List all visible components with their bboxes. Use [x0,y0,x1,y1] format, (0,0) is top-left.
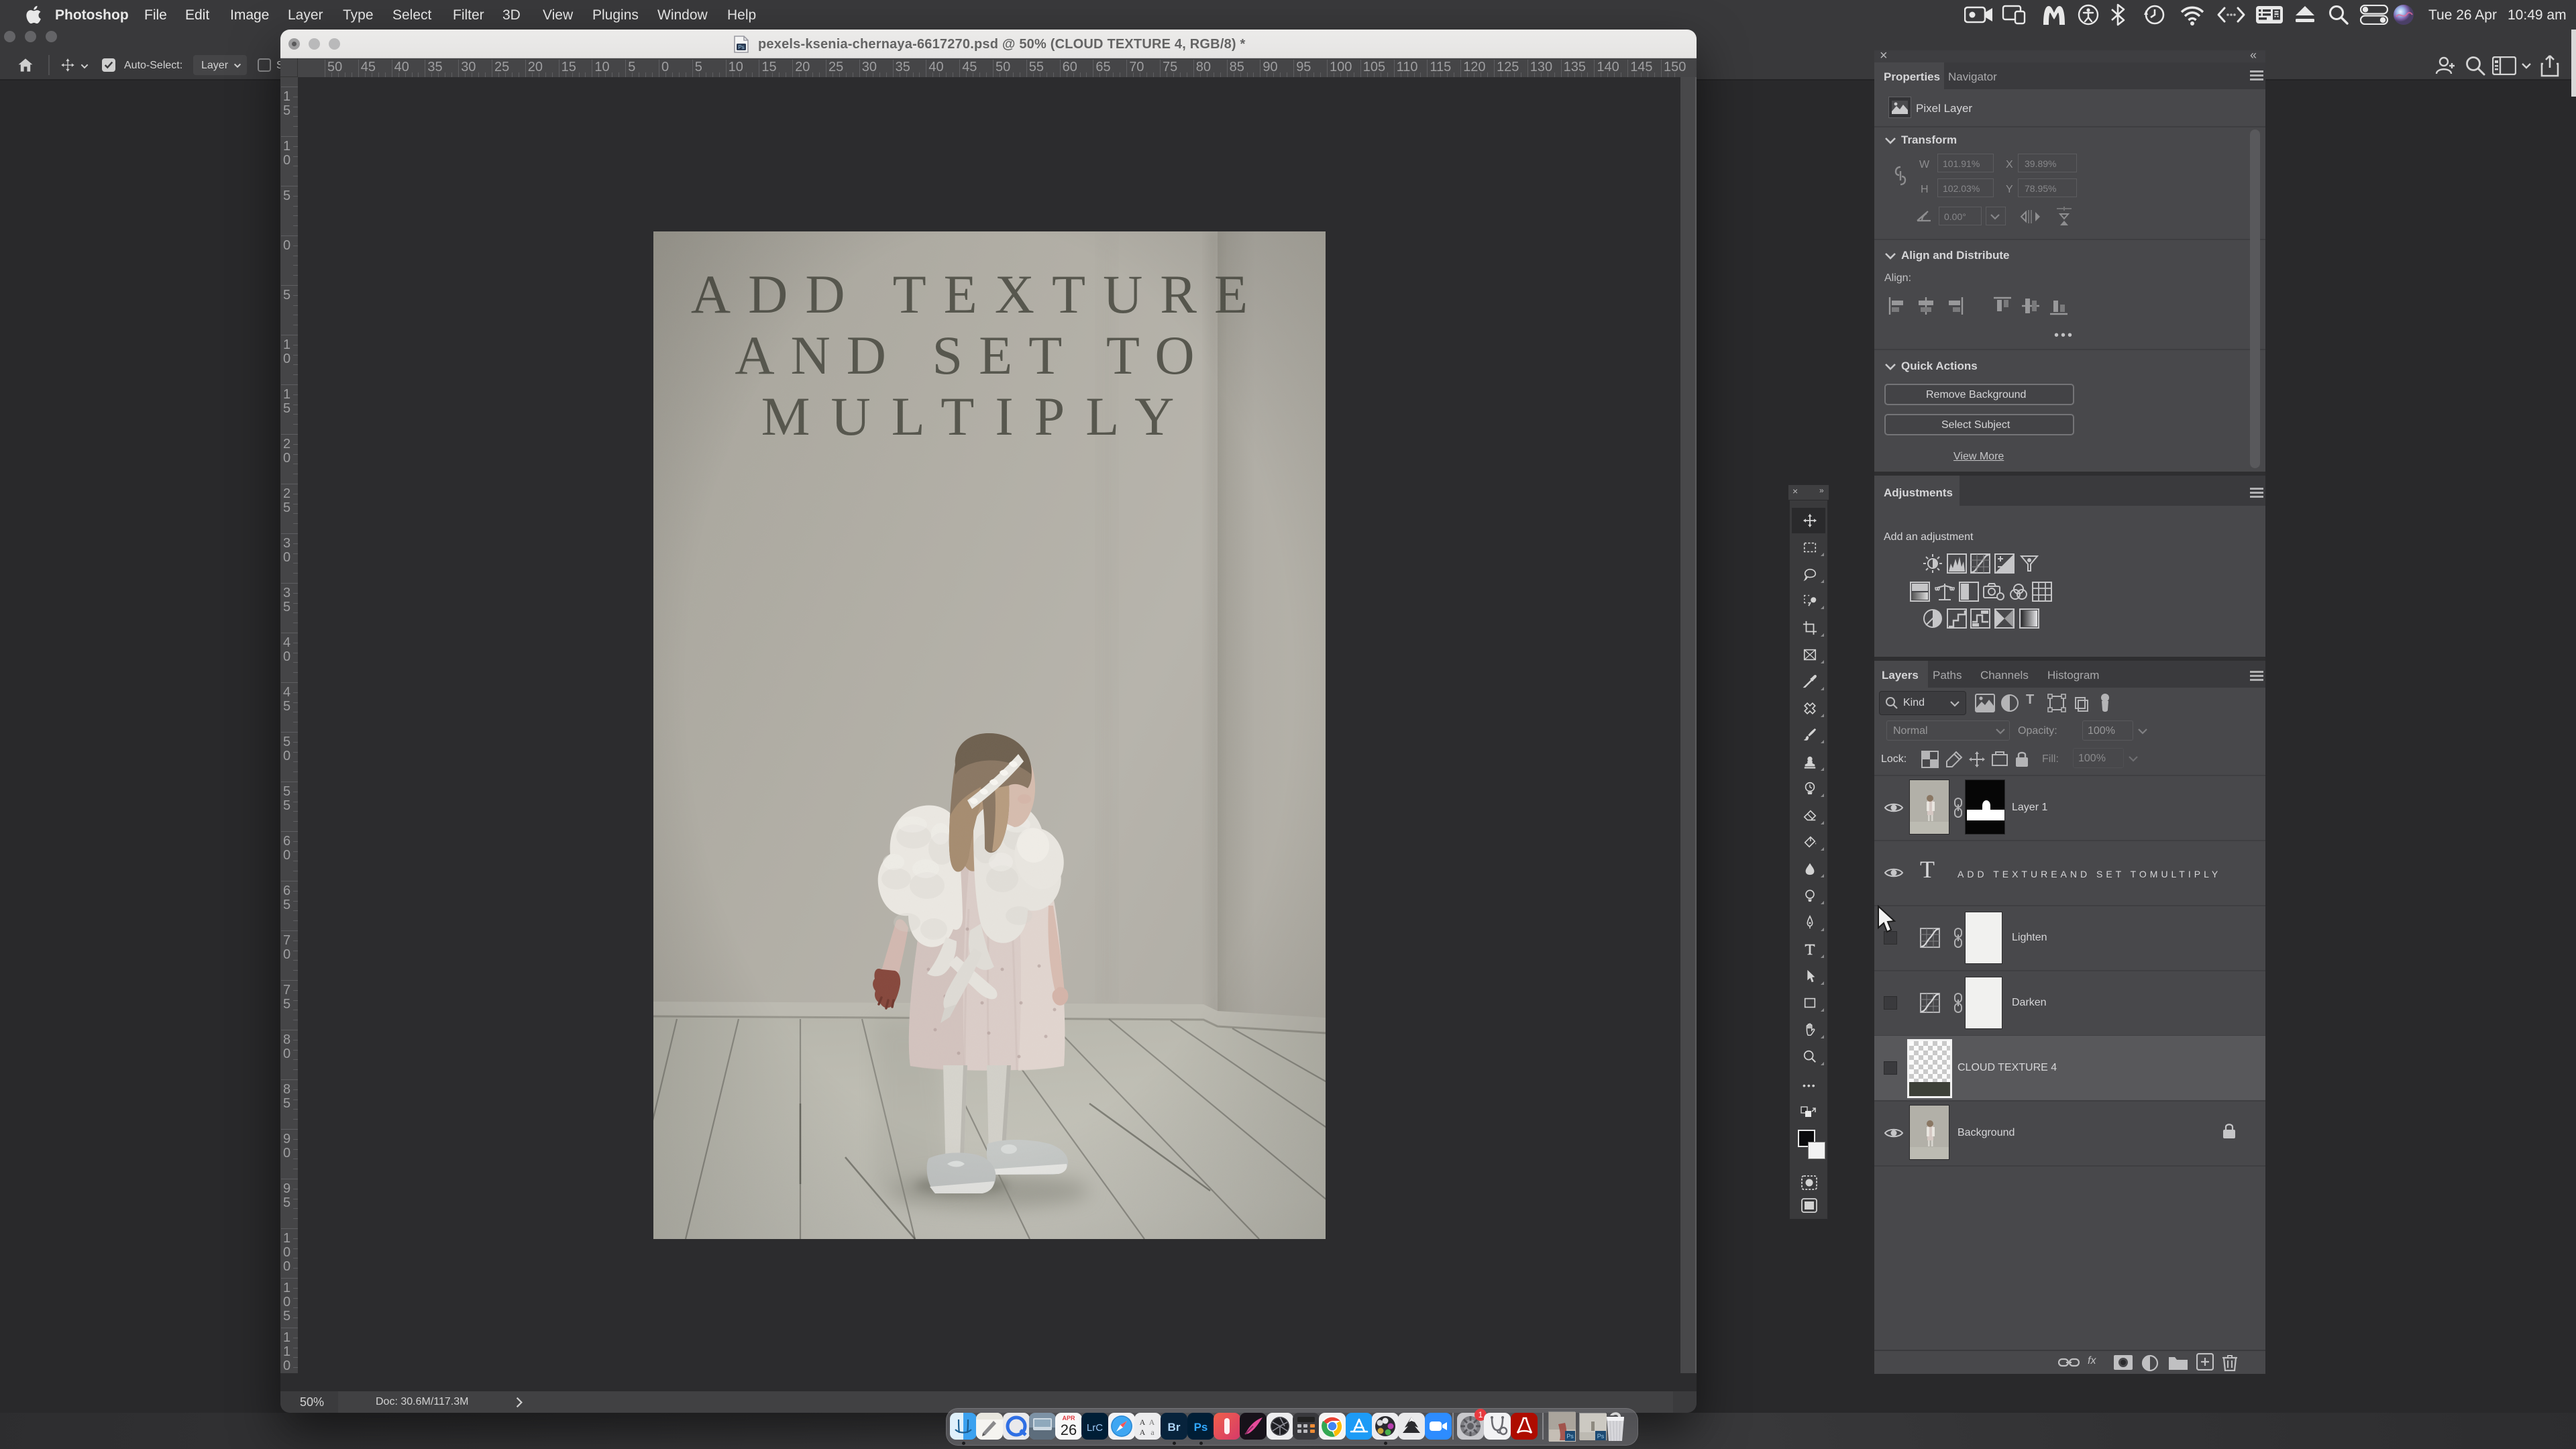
svg-text:Br: Br [1168,1421,1181,1434]
svg-text:APR: APR [1062,1415,1075,1421]
svg-text:A: A [1140,1417,1146,1427]
svg-text:Ps: Ps [1194,1421,1208,1434]
svg-text:26: 26 [1061,1421,1077,1438]
svg-text:A: A [1149,1417,1155,1427]
svg-text:A: A [1140,1428,1146,1437]
svg-text:Ps: Ps [738,44,744,50]
svg-text:a: a [1150,1428,1155,1437]
svg-text:Ps: Ps [1566,1433,1574,1440]
svg-text:LrC: LrC [1087,1422,1103,1434]
